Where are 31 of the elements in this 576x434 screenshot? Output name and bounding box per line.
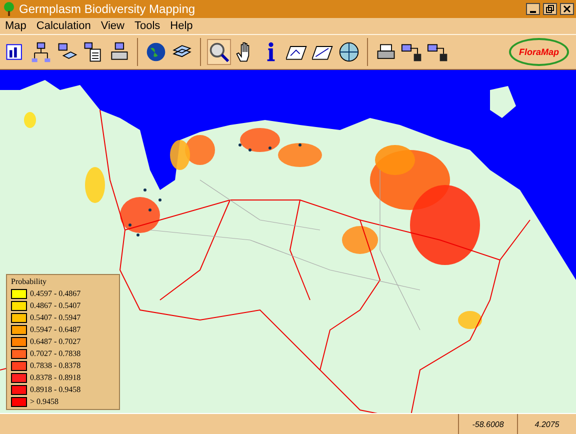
- document-icon: [82, 40, 104, 64]
- legend-label: 0.7027 - 0.7838: [30, 348, 81, 358]
- restore-icon: [546, 5, 554, 13]
- legend-label: 0.4597 - 0.4867: [30, 288, 81, 298]
- legend-label: 0.5947 - 0.6487: [30, 324, 81, 334]
- close-icon: [563, 5, 571, 13]
- app-logo: FloraMap: [509, 38, 569, 66]
- toolbar-button[interactable]: [207, 39, 231, 65]
- tree-diagram-icon: [30, 40, 52, 64]
- globe-icon: [145, 40, 167, 64]
- menu-item[interactable]: Help: [170, 20, 193, 32]
- legend-label: 0.7838 - 0.8378: [30, 360, 81, 370]
- close-button[interactable]: [560, 3, 574, 15]
- search-icon: [208, 40, 230, 64]
- legend-title: Probability: [11, 277, 48, 287]
- window-title: Germplasm Biodiversity Mapping: [19, 2, 196, 16]
- menu-item[interactable]: View: [100, 20, 124, 32]
- legend-label: 0.5407 - 0.5947: [30, 312, 81, 322]
- legend-label: 0.6487 - 0.7027: [30, 336, 81, 346]
- legend-label: > 0.9458: [30, 396, 59, 406]
- legend-label: 0.8378 - 0.8918: [30, 372, 81, 382]
- menu-item[interactable]: Tools: [134, 20, 160, 32]
- longitude-readout: -58.6008: [458, 414, 517, 434]
- tree-icon: [2, 2, 16, 16]
- minimize-button[interactable]: [526, 3, 540, 15]
- menu-item[interactable]: Map: [5, 20, 26, 32]
- menu-item[interactable]: Calculation: [36, 20, 91, 32]
- legend-label: 0.8918 - 0.9458: [30, 384, 81, 394]
- legend-label: 0.4867 - 0.5407: [30, 300, 81, 310]
- restore-button[interactable]: [543, 3, 557, 15]
- latitude-readout: 4.2075: [517, 414, 576, 434]
